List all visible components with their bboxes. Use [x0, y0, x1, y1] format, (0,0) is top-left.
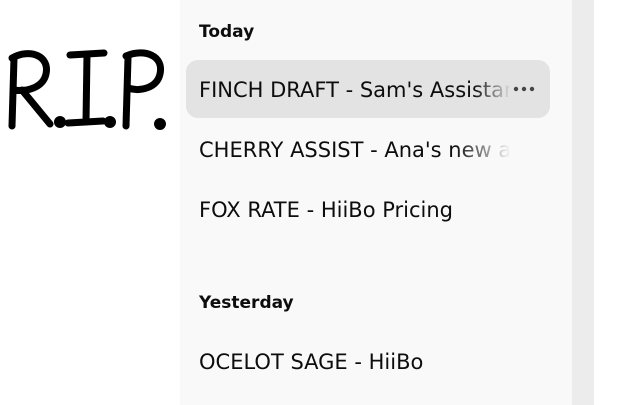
more-horizontal-icon[interactable] [512, 79, 536, 99]
chat-item-fox-rate[interactable]: FOX RATE - HiiBo Pricing [186, 180, 550, 238]
section-heading-today: Today [199, 22, 255, 42]
chat-item-title: CHERRY ASSIST - Ana's new assistant [199, 138, 511, 162]
chat-item-cherry-assist[interactable]: CHERRY ASSIST - Ana's new assistant [186, 120, 550, 178]
chat-item-title: FINCH DRAFT - Sam's Assistant [199, 78, 511, 102]
section-heading-yesterday: Yesterday [199, 293, 294, 313]
scrollbar-track[interactable] [572, 0, 594, 405]
chat-history-sidebar: Today FINCH DRAFT - Sam's Assistant CHER… [180, 0, 572, 405]
chat-item-title: FOX RATE - HiiBo Pricing [199, 198, 453, 222]
chat-item-ocelot-sage[interactable]: OCELOT SAGE - HiiBo [186, 332, 550, 390]
chat-item-finch-draft[interactable]: FINCH DRAFT - Sam's Assistant [186, 60, 550, 118]
rip-handwriting [8, 49, 166, 130]
screenshot-canvas: Today FINCH DRAFT - Sam's Assistant CHER… [0, 0, 622, 405]
chat-item-title: OCELOT SAGE - HiiBo [199, 350, 424, 374]
